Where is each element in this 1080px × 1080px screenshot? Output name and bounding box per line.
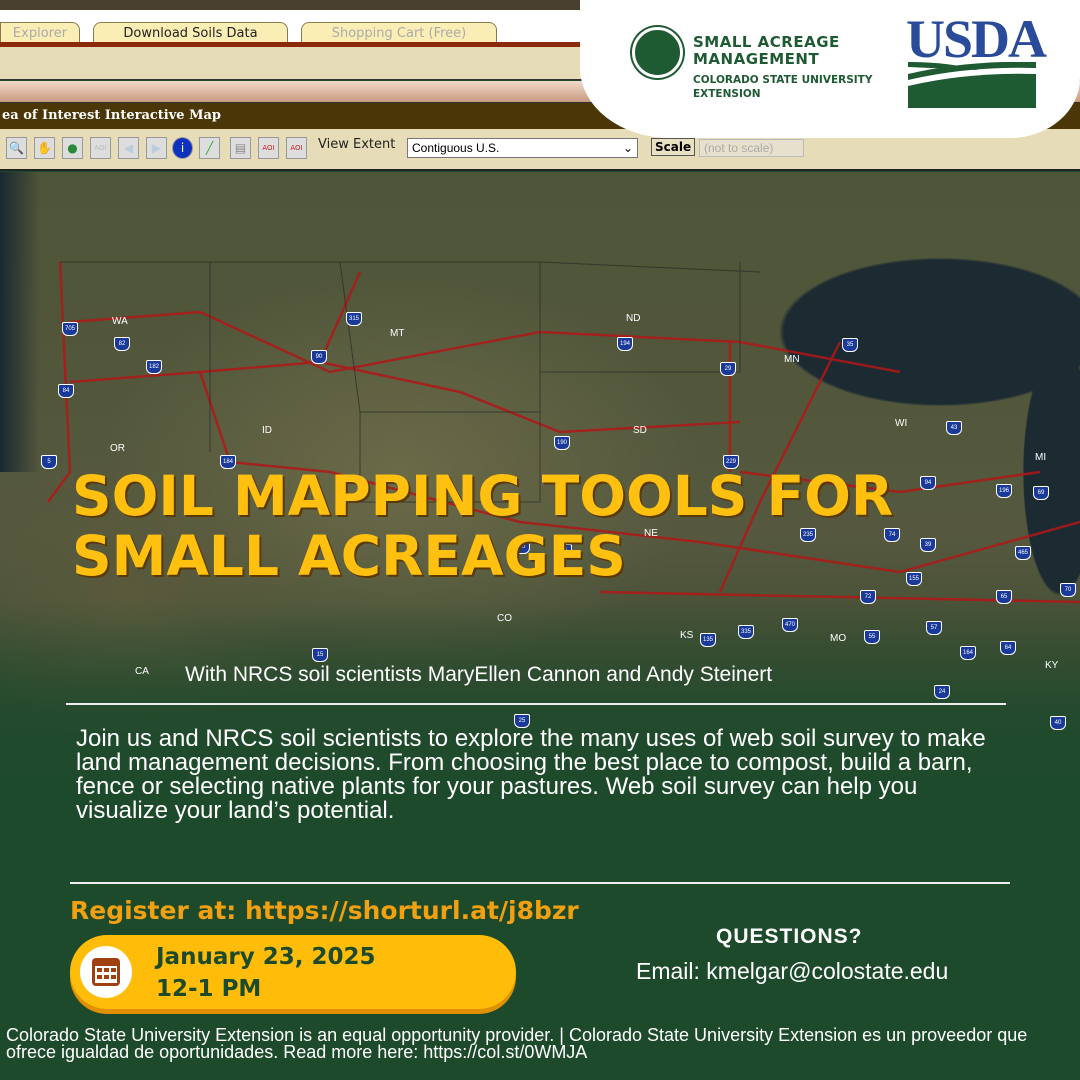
interstate-shield-icon: 335 bbox=[738, 625, 754, 639]
state-label: KY bbox=[1045, 660, 1059, 671]
info-icon[interactable]: i bbox=[172, 137, 193, 159]
interstate-shield-icon: 90 bbox=[311, 350, 327, 364]
print-icon[interactable]: ▤ bbox=[230, 137, 251, 159]
title-line: Small Acreages bbox=[72, 524, 626, 588]
scale-button[interactable]: Scale bbox=[651, 138, 696, 156]
interstate-shield-icon: 82 bbox=[114, 337, 130, 351]
interstate-shield-icon: 64 bbox=[1000, 641, 1016, 655]
interstate-shield-icon: 84 bbox=[58, 384, 74, 398]
questions-heading: QUESTIONS? bbox=[716, 925, 863, 948]
forward-arrow-icon[interactable]: ▶ bbox=[146, 137, 167, 159]
subtitle: With NRCS soil scientists MaryEllen Cann… bbox=[185, 663, 773, 686]
interstate-shield-icon: 164 bbox=[960, 646, 976, 660]
back-arrow-icon[interactable]: ◀ bbox=[118, 137, 139, 159]
full-extent-globe-icon[interactable]: ● bbox=[62, 137, 83, 159]
interstate-shield-icon: 40 bbox=[1050, 716, 1066, 730]
csu-line: EXTENSION bbox=[693, 88, 761, 100]
tab-shopping-cart[interactable]: Shopping Cart (Free) bbox=[301, 22, 497, 44]
usda-logo: USDA bbox=[906, 9, 1047, 69]
state-label: CO bbox=[497, 613, 512, 624]
state-label: WA bbox=[112, 316, 128, 327]
state-label: MI bbox=[1035, 452, 1047, 463]
interstate-shield-icon: 470 bbox=[782, 618, 798, 632]
measure-ruler-icon[interactable]: ╱ bbox=[199, 137, 220, 159]
interstate-shield-icon: 24 bbox=[934, 685, 950, 699]
pan-hand-icon[interactable]: ✋ bbox=[34, 137, 55, 159]
csu-extension-text: COLORADO STATE UNIVERSITY EXTENSION bbox=[693, 73, 872, 101]
contact-email[interactable]: Email: kmelgar@colostate.edu bbox=[636, 958, 948, 985]
sam-line: MANAGEMENT bbox=[693, 50, 820, 68]
interstate-shield-icon: 55 bbox=[864, 630, 880, 644]
csu-ram-logo-icon bbox=[632, 27, 683, 78]
interstate-shield-icon: 182 bbox=[146, 360, 162, 374]
aoi-rectangle-icon[interactable]: AOI bbox=[258, 137, 279, 159]
date-badge: January 23, 2025 12-1 PM bbox=[70, 935, 516, 1009]
sam-line: SMALL ACREAGE bbox=[693, 33, 840, 51]
interstate-shield-icon: 315 bbox=[346, 312, 362, 326]
title-line: Soil Mapping Tools for bbox=[72, 464, 894, 528]
footer-disclaimer: Colorado State University Extension is a… bbox=[6, 1025, 1028, 1062]
view-extent-select[interactable]: Contiguous U.S. ⌄ bbox=[407, 138, 638, 158]
state-label: MN bbox=[784, 354, 800, 365]
state-label: ND bbox=[626, 313, 641, 324]
interstate-shield-icon: 135 bbox=[700, 633, 716, 647]
state-label: ID bbox=[262, 425, 272, 436]
event-datetime: January 23, 2025 12-1 PM bbox=[156, 941, 375, 1005]
interstate-shield-icon: 29 bbox=[720, 362, 736, 376]
divider bbox=[70, 882, 1010, 884]
interstate-shield-icon: 57 bbox=[926, 621, 942, 635]
description: Join us and NRCS soil scientists to expl… bbox=[76, 725, 986, 824]
event-date: January 23, 2025 bbox=[156, 944, 376, 970]
scale-select[interactable]: (not to scale) bbox=[699, 139, 804, 157]
aoi-point-icon[interactable]: AOI bbox=[90, 137, 111, 159]
interstate-shield-icon: 705 bbox=[62, 322, 78, 336]
aoi-polygon-icon[interactable]: AOI bbox=[286, 137, 307, 159]
tab-soil-explorer[interactable]: Explorer bbox=[0, 22, 80, 44]
view-extent-label: View Extent bbox=[318, 137, 396, 152]
sam-logo-text: SMALL ACREAGE MANAGEMENT bbox=[693, 34, 840, 68]
tab-download-soils-data[interactable]: Download Soils Data bbox=[93, 22, 288, 44]
divider bbox=[66, 703, 1006, 705]
event-time: 12-1 PM bbox=[156, 976, 262, 1002]
state-label: MO bbox=[830, 633, 847, 644]
chevron-down-icon: ⌄ bbox=[622, 141, 633, 155]
calendar-icon bbox=[80, 946, 132, 998]
state-label: OR bbox=[110, 443, 125, 454]
state-label: WI bbox=[895, 418, 908, 429]
state-label: KS bbox=[680, 630, 694, 641]
view-extent-value: Contiguous U.S. bbox=[412, 141, 500, 155]
usda-field-icon bbox=[908, 62, 1036, 108]
interstate-shield-icon: 35 bbox=[842, 338, 858, 352]
csu-line: COLORADO STATE UNIVERSITY bbox=[693, 74, 873, 86]
interstate-shield-icon: 15 bbox=[312, 648, 328, 662]
interstate-shield-icon: 194 bbox=[617, 337, 633, 351]
zoom-out-icon[interactable]: 🔍 bbox=[6, 137, 27, 159]
interstate-shield-icon: 5 bbox=[41, 455, 57, 469]
interstate-shield-icon: 43 bbox=[946, 421, 962, 435]
state-label: MT bbox=[390, 328, 405, 339]
interstate-shield-icon: 190 bbox=[554, 436, 570, 450]
state-label: CA bbox=[135, 666, 149, 677]
interstate-shield-icon: 65 bbox=[996, 590, 1012, 604]
state-label: SD bbox=[633, 425, 647, 436]
register-link[interactable]: Register at: https://shorturl.at/j8bzr bbox=[70, 896, 579, 925]
interstate-shield-icon: 72 bbox=[860, 590, 876, 604]
flyer-title: Soil Mapping Tools for Small Acreages bbox=[72, 466, 1072, 586]
